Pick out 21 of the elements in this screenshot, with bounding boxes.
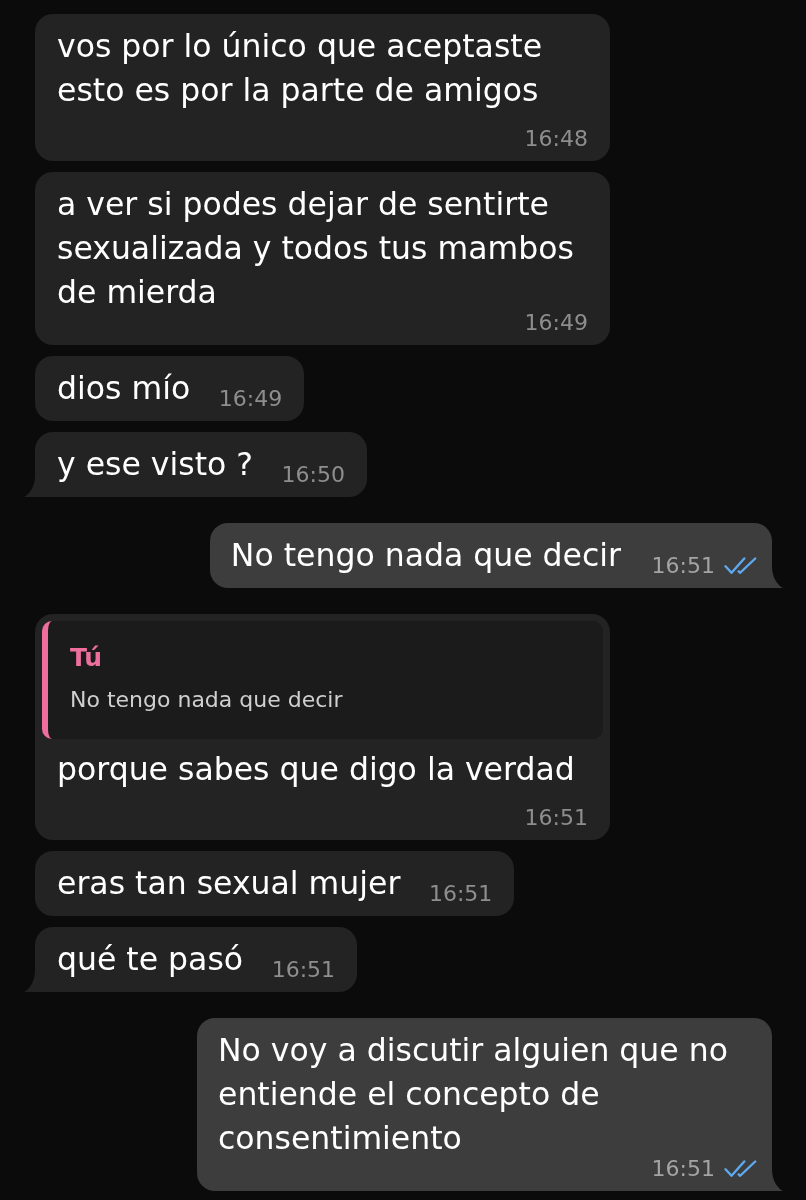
message-time: 16:50 [281,464,345,485]
message-text: qué te pasó [57,941,244,977]
message-text: y ese visto ? [57,446,253,482]
message-time: 16:49 [524,312,588,333]
message-time: 16:51 [651,555,715,576]
message-text: porque sabes que digo la verdad [57,751,575,787]
message-text: a ver si podes dejar de sentirte sexualizada y todos tus mambos de mierda [57,186,574,310]
message-text: No tengo nada que decir [230,537,621,573]
message-text: dios mío [57,370,191,406]
message-time: 16:49 [218,388,283,409]
quote-text: No tengo nada que decir [70,686,344,714]
message-text: No voy a discutir alguien que no entiende el concepto de consentimiento [218,1032,728,1156]
message-text: eras tan sexual mujer [57,865,401,901]
message-time: 16:51 [271,959,336,980]
message-time: 16:48 [524,128,588,149]
message-text: vos por lo único que aceptaste esto es por la parte de amigos [57,28,543,108]
message-time: 16:51 [524,807,588,828]
quote-author: Tú [70,643,104,673]
message-time: 16:51 [651,1158,715,1179]
message-time: 16:51 [428,883,493,904]
quoted-message[interactable]: Tú No tengo nada que decir [42,621,603,739]
